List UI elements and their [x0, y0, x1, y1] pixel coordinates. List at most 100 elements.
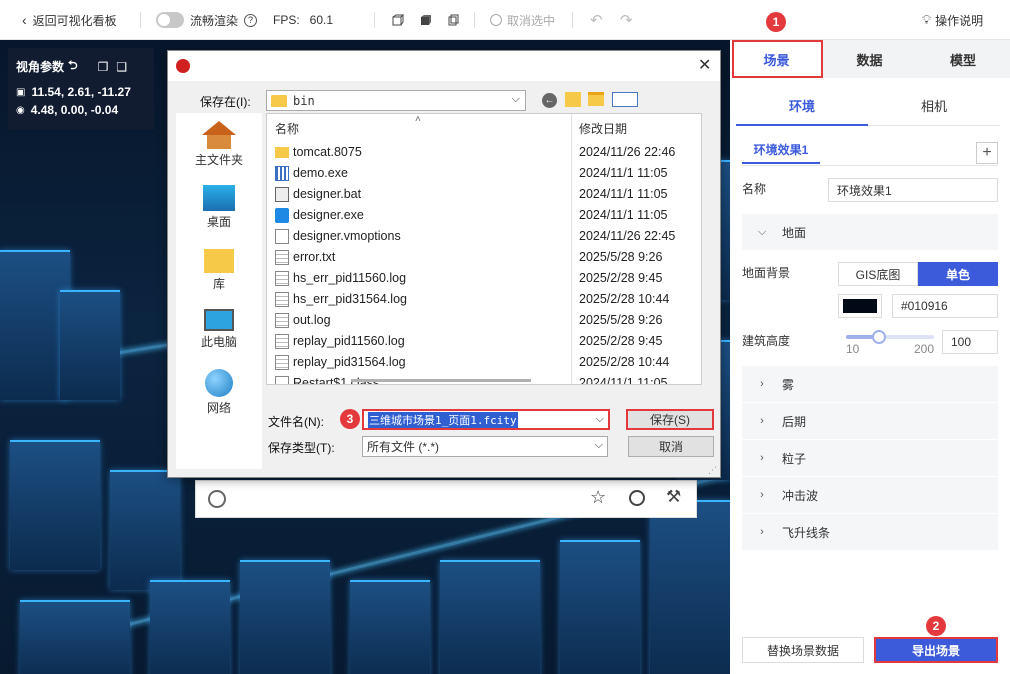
- section-rising-lines[interactable]: › 飞升线条: [742, 514, 998, 550]
- file-row[interactable]: designer.exe 2024/11/1 11:05: [267, 205, 701, 226]
- place-this-pc-label: 此电脑: [200, 335, 237, 349]
- color-hex-input[interactable]: #010916: [892, 294, 998, 318]
- file-date: 2025/2/28 10:44: [579, 292, 670, 306]
- save-button[interactable]: 保存(S): [626, 409, 714, 430]
- height-slider-thumb[interactable]: [871, 330, 886, 344]
- section-shockwave[interactable]: › 冲击波: [742, 477, 998, 513]
- tab-model[interactable]: 模型: [916, 40, 1010, 78]
- filetype-select[interactable]: 所有文件 (*.*) ⌵: [362, 436, 608, 457]
- help-button[interactable]: 💡︎ 操作说明: [922, 0, 983, 40]
- place-home[interactable]: 主文件夹: [176, 121, 262, 168]
- desktop-icon: [203, 185, 235, 211]
- fps-label: FPS:: [273, 13, 300, 27]
- reset-icon[interactable]: ⮌: [68, 56, 78, 77]
- undo-icon[interactable]: ↶: [590, 0, 603, 40]
- file-row[interactable]: replay_pid31564.log 2025/2/28 10:44: [267, 352, 701, 373]
- smooth-render-toggle[interactable]: [156, 12, 184, 28]
- file-row[interactable]: designer.vmoptions 2024/11/26 22:45: [267, 226, 701, 247]
- wire-cube-icon[interactable]: [447, 0, 459, 40]
- dialog-titlebar: ✕: [168, 51, 720, 81]
- add-effect-button[interactable]: +: [976, 142, 998, 164]
- horizontal-scrollbar[interactable]: [351, 379, 531, 382]
- chevron-down-icon: ⌵: [511, 93, 520, 105]
- star-icon[interactable]: ☆: [590, 487, 606, 508]
- file-row[interactable]: demo.exe 2024/11/1 11:05: [267, 163, 701, 184]
- file-row[interactable]: hs_err_pid11560.log 2025/2/28 9:45: [267, 268, 701, 289]
- file-row[interactable]: tomcat.8075 2024/11/26 22:46: [267, 142, 701, 163]
- file-row[interactable]: error.txt 2025/5/28 9:26: [267, 247, 701, 268]
- back-button[interactable]: ‹ 返回可视化看板: [22, 0, 117, 40]
- ground-option-gis[interactable]: GIS底图: [838, 262, 918, 286]
- text-file-icon: [275, 334, 289, 349]
- section-fog[interactable]: › 雾: [742, 366, 998, 402]
- building: [60, 290, 120, 400]
- resize-grip-icon[interactable]: ⋰: [708, 465, 717, 476]
- file-row[interactable]: hs_err_pid31564.log 2025/2/28 10:44: [267, 289, 701, 310]
- fps-value: 60.1: [309, 13, 334, 27]
- file-row[interactable]: replay_pid11560.log 2025/2/28 9:45: [267, 331, 701, 352]
- search-location-icon[interactable]: [208, 490, 226, 508]
- filename-label: 文件名(N):: [268, 415, 324, 429]
- save-in-select[interactable]: bin ⌵: [266, 90, 526, 111]
- up-folder-icon[interactable]: [565, 92, 581, 107]
- file-row[interactable]: out.log 2025/5/28 9:26: [267, 310, 701, 331]
- tab-data[interactable]: 数据: [823, 40, 916, 78]
- paste-icon[interactable]: ❑: [116, 60, 127, 74]
- file-name: replay_pid11560.log: [293, 334, 405, 348]
- tools-icon[interactable]: ⚒: [666, 487, 681, 507]
- section-post[interactable]: › 后期: [742, 403, 998, 439]
- file-icon: [275, 229, 289, 244]
- view-cube-icon[interactable]: [392, 0, 404, 40]
- target-icon: [490, 14, 502, 26]
- ground-option-solid[interactable]: 单色: [918, 262, 998, 286]
- place-library[interactable]: 库: [176, 249, 262, 292]
- name-label: 名称: [742, 182, 767, 196]
- chevron-right-icon: ›: [760, 415, 764, 427]
- cancel-button[interactable]: 取消: [628, 436, 714, 457]
- file-date: 2025/5/28 9:26: [579, 313, 663, 327]
- file-row[interactable]: designer.bat 2024/11/1 11:05: [267, 184, 701, 205]
- place-this-pc[interactable]: 此电脑: [176, 309, 262, 350]
- redo-icon[interactable]: ↷: [620, 0, 633, 40]
- export-scene-label: 导出场景: [911, 643, 960, 658]
- name-input[interactable]: 环境效果1: [828, 178, 998, 202]
- close-icon[interactable]: ✕: [698, 55, 711, 75]
- column-header-name[interactable]: 名称: [275, 120, 299, 137]
- file-name: error.txt: [293, 250, 336, 264]
- section-ground[interactable]: ⌵ 地面: [742, 214, 998, 250]
- solid-cube-icon[interactable]: [420, 0, 432, 40]
- building: [240, 560, 330, 674]
- subtab-camera[interactable]: 相机: [868, 86, 1000, 126]
- section-particles[interactable]: › 粒子: [742, 440, 998, 476]
- building-height-input[interactable]: 100: [942, 330, 998, 354]
- effect-tab[interactable]: 环境效果1: [742, 136, 820, 164]
- file-date: 2024/11/1 11:05: [579, 376, 668, 385]
- file-date: 2024/11/26 22:45: [579, 229, 676, 243]
- clock-icon[interactable]: [629, 490, 645, 506]
- deselect-button[interactable]: 取消选中: [490, 0, 555, 40]
- section-fog-label: 雾: [782, 377, 795, 392]
- view-menu-icon[interactable]: [612, 92, 638, 107]
- subtab-environment[interactable]: 环境: [736, 86, 868, 126]
- file-list[interactable]: 名称 ˄ 修改日期 tomcat.8075 2024/11/26 22:46 dem…: [266, 113, 702, 385]
- column-header-date[interactable]: 修改日期: [579, 120, 627, 137]
- place-desktop[interactable]: 桌面: [176, 185, 262, 230]
- copy-icon[interactable]: ❐: [98, 60, 109, 74]
- replace-scene-data-button[interactable]: 替换场景数据: [742, 637, 864, 663]
- file-date: 2024/11/1 11:05: [579, 187, 668, 201]
- height-slider[interactable]: [846, 330, 934, 344]
- plus-icon: +: [982, 144, 992, 161]
- camera-position: 11.54, 2.61, -11.27: [31, 85, 131, 99]
- back-circle-icon[interactable]: ←: [542, 93, 557, 108]
- file-date: 2024/11/1 11:05: [579, 166, 668, 180]
- export-scene-button[interactable]: 导出场景: [874, 637, 998, 663]
- chevron-down-icon: ⌵: [757, 225, 767, 238]
- ground-option-gis-label: GIS底图: [855, 267, 901, 282]
- question-icon[interactable]: ?: [244, 13, 258, 27]
- computer-icon: [204, 309, 234, 331]
- place-network[interactable]: 网络: [176, 369, 262, 416]
- file-date: 2024/11/1 11:05: [579, 208, 668, 222]
- color-swatch[interactable]: [838, 294, 882, 318]
- filename-input[interactable]: 三维城市场景1_页面1.fcity ⌵: [362, 409, 610, 430]
- new-folder-icon[interactable]: [588, 92, 604, 106]
